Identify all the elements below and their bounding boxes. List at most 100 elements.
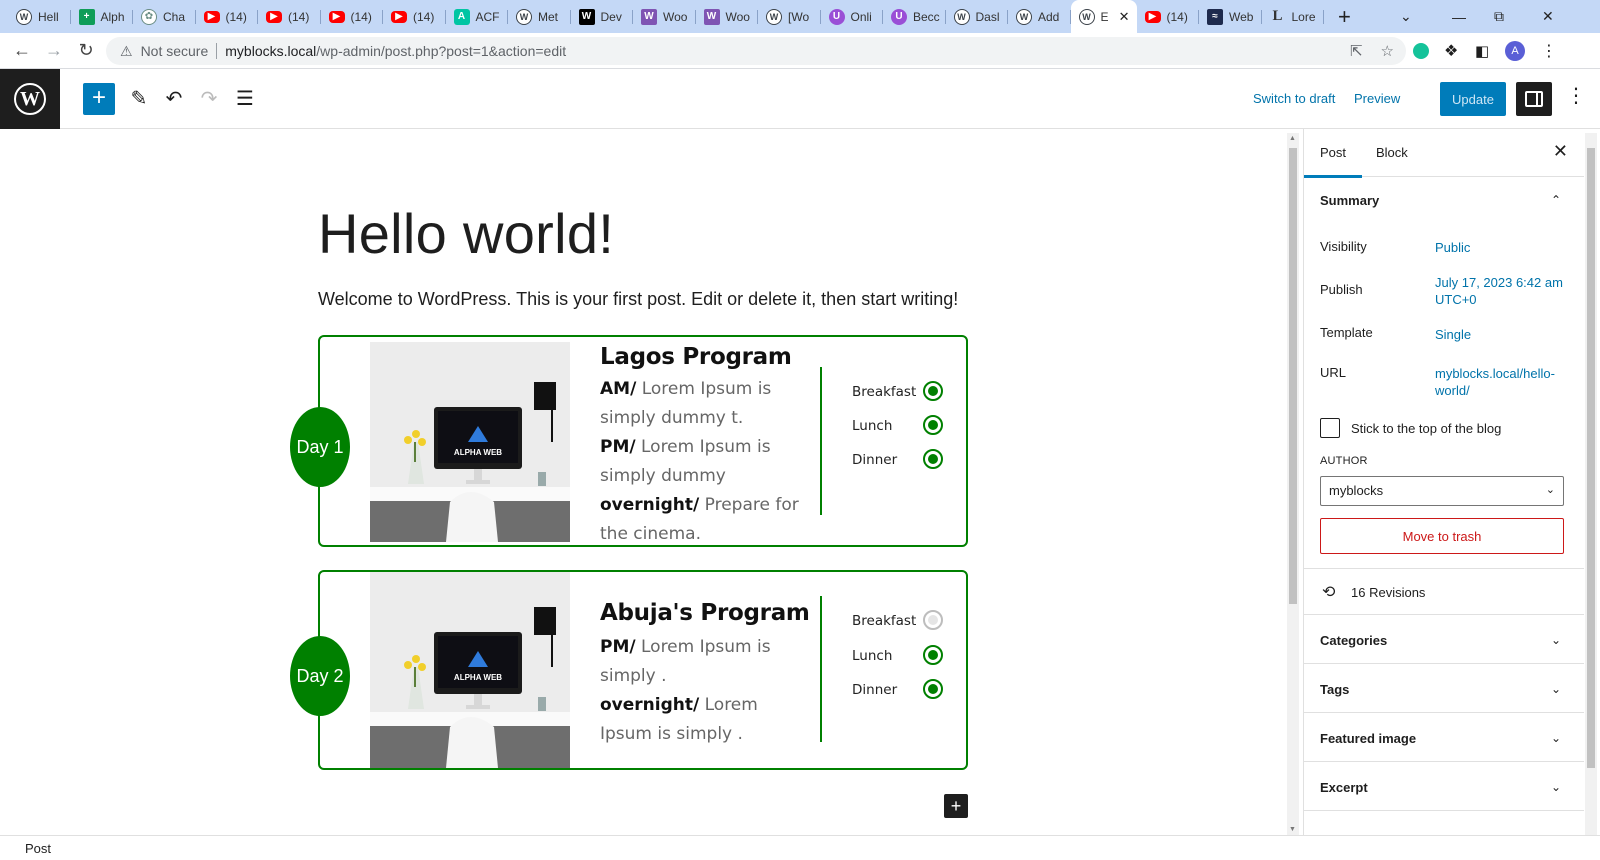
browser-tab[interactable]: ▶ (14) [321,0,384,33]
scrollbar-thumb[interactable] [1289,148,1297,604]
browser-tab[interactable]: W [Wo [758,0,821,33]
publish-date-value[interactable]: July 17, 2023 6:42 am UTC+0 [1435,274,1570,308]
preview-button[interactable]: Preview [1354,91,1400,106]
url-label: URL [1320,365,1347,380]
settings-sidebar-toggle[interactable] [1516,82,1552,116]
share-icon[interactable]: ⇱ [1350,42,1363,60]
browser-tab[interactable]: W Dev [571,0,634,33]
browser-tab[interactable]: A ACF [446,0,509,33]
window-close-icon[interactable]: ✕ [1542,0,1554,33]
bookmark-star-icon[interactable]: ☆ [1381,42,1394,60]
scroll-up-icon[interactable]: ▲ [1289,135,1296,142]
grammarly-extension-icon[interactable] [1413,33,1429,69]
browser-tab[interactable]: L Lore [1262,0,1325,33]
sticky-checkbox[interactable] [1320,418,1340,438]
chevron-down-icon[interactable]: ⌄ [1551,682,1561,696]
options-menu-icon[interactable]: ⋮ [1566,83,1586,108]
minimize-icon[interactable]: — [1452,0,1466,33]
meal-radio-lunch[interactable] [923,645,943,665]
udemy-icon: U [828,8,845,25]
visibility-value[interactable]: Public [1435,239,1570,256]
wordpress-logo-icon[interactable]: W [0,69,60,129]
new-tab-button[interactable]: + [1338,4,1368,30]
chevron-down-icon[interactable]: ⌄ [1551,633,1561,647]
featured-image-panel-toggle[interactable]: Featured image [1320,731,1416,746]
browser-tab[interactable]: ▶ (14) [1137,0,1200,33]
tab-block[interactable]: Block [1376,145,1408,160]
tab-post[interactable]: Post [1303,145,1363,178]
webdev-icon: W [578,8,595,25]
side-panel-icon[interactable]: ◧ [1475,33,1489,69]
browser-tab[interactable]: ▶ (14) [196,0,259,33]
chevron-down-icon[interactable]: ⌄ [1551,731,1561,745]
browser-tab[interactable]: ✿ Cha [133,0,196,33]
extensions-puzzle-icon[interactable]: ❖ [1444,33,1458,69]
tab-label: Hell [38,9,59,24]
browser-tab[interactable]: W Hell [8,0,71,33]
svg-text:ALPHA WEB: ALPHA WEB [454,448,502,457]
move-to-trash-button[interactable]: Move to trash [1320,518,1564,554]
template-value[interactable]: Single [1435,326,1570,343]
browser-tab[interactable]: U Becc [883,0,946,33]
browser-tab[interactable]: W E ✕ [1070,0,1137,33]
youtube-icon: ▶ [266,10,282,23]
chevron-down-icon[interactable]: ⌄ [1551,780,1561,794]
reload-icon[interactable]: ↻ [70,40,102,61]
browser-tab[interactable]: ▶ (14) [383,0,446,33]
summary-panel-toggle[interactable]: Summary [1320,193,1379,208]
sidebar-scrollbar[interactable] [1585,133,1597,835]
divider [820,596,822,742]
day-program-card[interactable]: ALPHA WEB Day 2 Abuja's Program PM/ Lore… [290,570,968,770]
browser-tab[interactable]: W Add [1008,0,1071,33]
browser-tab[interactable]: W Woo [696,0,759,33]
redo-icon[interactable]: ↷ [193,83,225,115]
browser-tab[interactable]: + Alph [71,0,134,33]
restore-icon[interactable]: ⧉ [1494,0,1504,33]
revisions-link[interactable]: 16 Revisions [1351,585,1425,600]
meal-radio-breakfast[interactable] [923,381,943,401]
url-value[interactable]: myblocks.local/hello-world/ [1435,365,1570,399]
tools-pencil-icon[interactable]: ✎ [123,83,155,115]
meal-radio-lunch[interactable] [923,415,943,435]
browser-tab[interactable]: U Onli [821,0,884,33]
day-program-card[interactable]: ALPHA WEB Day 1 Lagos Program AM/ Lorem … [290,335,968,547]
close-sidebar-icon[interactable]: ✕ [1553,141,1568,162]
youtube-icon: ▶ [328,10,345,23]
tab-label: Dev [600,9,622,24]
chevron-up-icon[interactable]: ⌃ [1551,193,1561,207]
card-body: PM/ Lorem Ipsum is simply . overnight/ L… [600,633,805,749]
update-button[interactable]: Update [1440,82,1506,116]
forward-arrow-icon[interactable]: → [38,40,70,61]
canvas-scrollbar[interactable]: ▲ ▼ [1287,133,1299,835]
profile-avatar[interactable]: A [1505,33,1525,69]
block-breadcrumb[interactable]: Post [0,835,1600,860]
intro-paragraph[interactable]: Welcome to WordPress. This is your first… [318,289,958,310]
browser-tab[interactable]: ▶ (14) [258,0,321,33]
browser-menu-icon[interactable]: ⋮ [1541,33,1557,69]
add-block-button[interactable]: + [83,83,115,115]
tab-search-chevron-icon[interactable]: ⌄ [1400,0,1412,33]
switch-to-draft-button[interactable]: Switch to draft [1253,91,1335,106]
undo-icon[interactable]: ↶ [158,83,190,115]
tab-close-icon[interactable]: ✕ [1119,9,1130,25]
tab-label: (14) [1166,9,1188,24]
browser-tab[interactable]: ≈ Web [1199,0,1262,33]
url-input[interactable]: ⚠ Not secure myblocks.local/wp-admin/pos… [106,37,1406,65]
browser-tab[interactable]: W Met [508,0,571,33]
scrollbar-thumb[interactable] [1587,148,1595,768]
author-select[interactable]: myblocks ⌄ [1320,476,1564,506]
browser-tab[interactable]: W Woo [633,0,696,33]
document-overview-icon[interactable]: ☰ [229,83,261,115]
browser-tab[interactable]: W Dasl [946,0,1009,33]
scroll-down-icon[interactable]: ▼ [1289,826,1296,833]
excerpt-panel-toggle[interactable]: Excerpt [1320,780,1368,795]
back-arrow-icon[interactable]: ← [6,40,38,61]
meal-radio-dinner[interactable] [923,679,943,699]
meal-radio-breakfast[interactable] [923,610,943,630]
meal-radio-dinner[interactable] [923,449,943,469]
categories-panel-toggle[interactable]: Categories [1320,633,1387,648]
block-inserter-button[interactable]: + [944,794,968,818]
post-title[interactable]: Hello world! [318,201,614,266]
lorem-icon: L [1272,8,1283,24]
tags-panel-toggle[interactable]: Tags [1320,682,1349,697]
